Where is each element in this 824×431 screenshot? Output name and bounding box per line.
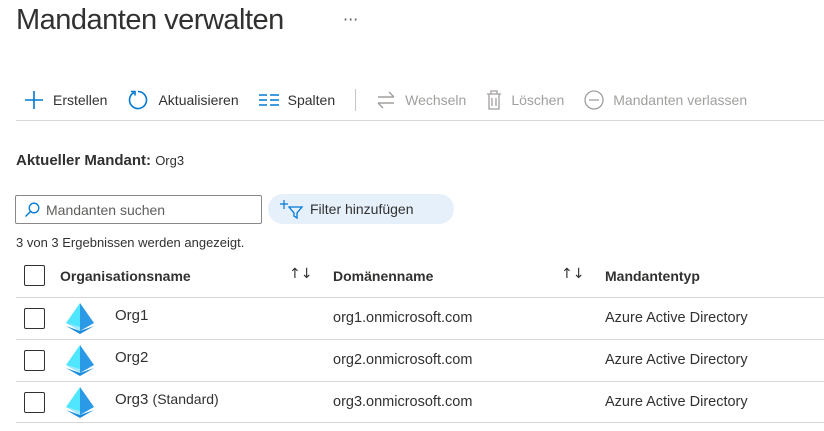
refresh-label: Aktualisieren [158,92,239,108]
row-checkbox[interactable] [24,308,45,329]
refresh-button[interactable]: Aktualisieren [127,89,239,111]
org-name-text: Org3 [115,391,149,408]
column-header-name[interactable]: Organisationsname [60,268,191,284]
org-name[interactable]: Org1 [115,307,148,324]
domain-name: org1.onmicrosoft.com [333,310,473,326]
azure-ad-icon [66,345,94,376]
toolbar-divider-line [16,120,824,121]
column-header-domain[interactable]: Domänenname [333,268,433,284]
toolbar: Erstellen Aktualisieren Spalten Wechseln… [24,86,767,114]
sort-icon[interactable]: ↑↓ [289,266,312,282]
switch-button[interactable]: Wechseln [376,91,466,109]
current-tenant-value: Org3 [155,153,185,168]
delete-label: Löschen [511,92,565,108]
azure-ad-icon [66,387,94,418]
refresh-icon [129,90,148,110]
search-icon [25,202,40,217]
sort-icon[interactable]: ↑↓ [561,266,584,282]
default-tag: (Standard) [152,391,219,407]
add-filter-icon [280,200,304,219]
create-label: Erstellen [53,92,108,108]
create-button[interactable]: Erstellen [24,90,107,110]
tenant-type: Azure Active Directory [605,352,748,368]
page-title: Mandanten verwalten [16,4,284,36]
columns-label: Spalten [287,92,336,108]
tenant-type: Azure Active Directory [605,310,748,326]
table-row[interactable]: Org1 org1.onmicrosoft.com Azure Active D… [16,297,824,339]
current-tenant-label: Aktueller Mandant: [16,152,152,169]
azure-ad-icon [66,303,94,334]
delete-button[interactable]: Löschen [486,90,564,110]
domain-name: org3.onmicrosoft.com [333,394,473,410]
trash-icon [487,90,502,110]
plus-icon [25,91,43,109]
leave-label: Mandanten verlassen [613,92,748,108]
search-input[interactable]: Mandanten suchen [15,195,262,224]
columns-icon [258,94,279,106]
switch-icon [377,91,395,109]
row-checkbox[interactable] [24,350,45,371]
more-options-button[interactable]: ··· [343,10,358,29]
row-checkbox[interactable] [24,392,45,413]
toolbar-divider [355,89,357,111]
results-count: 3 von 3 Ergebnissen werden angezeigt. [16,235,245,250]
org-name[interactable]: Org3 (Standard) [115,391,219,408]
search-placeholder: Mandanten suchen [46,201,166,218]
leave-tenant-button[interactable]: Mandanten verlassen [584,90,747,110]
columns-button[interactable]: Spalten [258,92,336,108]
add-filter-button[interactable]: Filter hinzufügen [268,194,454,224]
current-tenant: Aktueller Mandant: Org3 [16,152,184,169]
tenant-type: Azure Active Directory [605,394,748,410]
column-header-type[interactable]: Mandantentyp [605,268,700,284]
org-name[interactable]: Org2 [115,349,148,366]
table-row[interactable]: Org2 org2.onmicrosoft.com Azure Active D… [16,339,824,381]
add-filter-label: Filter hinzufügen [310,201,414,217]
select-all-checkbox[interactable] [24,265,45,286]
switch-label: Wechseln [405,92,467,108]
domain-name: org2.onmicrosoft.com [333,352,473,368]
minus-circle-icon [584,90,604,110]
table-row[interactable]: Org3 (Standard) org3.onmicrosoft.com Azu… [16,381,824,423]
